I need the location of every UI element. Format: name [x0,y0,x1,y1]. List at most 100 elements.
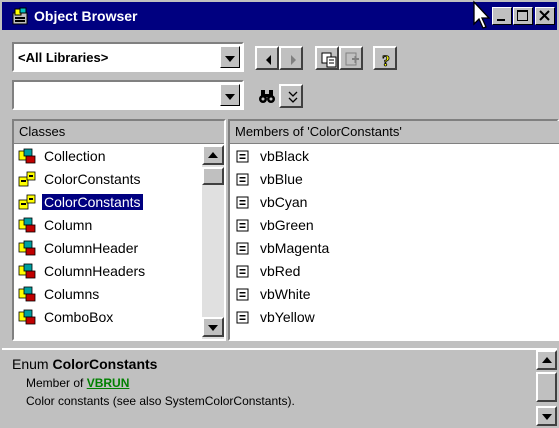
member-list-item-label: vbWhite [260,286,311,302]
member-list-item-label: vbBlack [260,148,310,164]
member-list-item[interactable]: vbBlack [230,145,550,168]
object-browser-window: Object Browser <All Libraries> ? Classes… [0,0,559,428]
scroll-down-icon [208,325,218,331]
scroll-up-icon [542,357,552,363]
class-list-item[interactable]: ColumnHeaders [14,260,200,283]
help-button[interactable]: ? [373,46,397,70]
class-icon [18,217,36,233]
scroll-down-icon [542,414,552,420]
constant-icon [234,217,252,233]
search-combo[interactable] [12,80,244,110]
member-list-item[interactable]: vbRed [230,260,550,283]
help-icon: ? [382,53,391,70]
details-scroll-down[interactable] [536,406,557,426]
members-header: Members of 'ColorConstants' [230,121,559,144]
class-list-item[interactable]: ComboBox [14,306,200,329]
class-icon [18,309,36,325]
details-member-of: Member of VBRUN [26,376,129,390]
class-icon [18,148,36,164]
minimize-icon [497,19,505,21]
constant-icon [234,194,252,210]
view-definition-icon [345,52,359,66]
class-icon [18,263,36,279]
member-list-item-label: vbRed [260,263,301,279]
members-header-label: Members of 'ColorConstants' [235,124,402,139]
member-list-item-label: vbBlue [260,171,303,187]
details-kind: Enum [12,356,49,372]
view-definition-button[interactable] [339,46,363,70]
object-browser-icon [12,7,28,25]
details-pane: Enum ColorConstants Member of VBRUN Colo… [2,348,557,428]
close-button[interactable] [535,7,555,25]
search-combo-dropdown[interactable] [220,84,240,106]
member-list-item[interactable]: vbYellow [230,306,550,329]
class-icon [18,286,36,302]
constant-icon [234,171,252,187]
details-scroll-up[interactable] [536,350,557,370]
classes-scroll-down[interactable] [202,317,224,337]
constant-icon [234,263,252,279]
chevron-down-icon [225,94,235,100]
class-list-item-label: ColumnHeaders [44,263,146,279]
svg-text:?: ? [382,53,390,70]
classes-header: Classes [14,121,224,144]
member-list-item[interactable]: vbBlue [230,168,550,191]
class-list-item[interactable]: Column [14,214,200,237]
window-title: Object Browser [34,8,138,24]
mouse-pointer-icon [473,0,491,29]
member-list-item[interactable]: vbMagenta [230,237,550,260]
class-list-item-label: ColorConstants [44,171,141,187]
details-scrollbar[interactable] [536,350,557,428]
library-link[interactable]: VBRUN [87,376,130,390]
enum-icon [18,194,36,210]
close-icon [539,10,550,21]
member-list-item-label: vbCyan [260,194,308,210]
chevron-down-icon [225,56,235,62]
member-list-item[interactable]: vbCyan [230,191,550,214]
details-scroll-thumb[interactable] [536,372,557,402]
library-combo-value: <All Libraries> [18,50,109,65]
forward-button[interactable] [279,46,303,70]
find-button[interactable] [255,84,279,108]
class-list-item[interactable]: ColumnHeader [14,237,200,260]
class-list-item-label: ColorConstants [41,193,144,211]
details-title: Enum ColorConstants [12,356,157,372]
classes-scroll-up[interactable] [202,145,224,165]
class-list-item[interactable]: ColorConstants [14,168,200,191]
minimize-button[interactable] [492,7,512,25]
maximize-icon [517,10,528,21]
classes-scrollbar[interactable] [202,145,224,339]
scroll-up-icon [208,152,218,158]
classes-header-label: Classes [19,124,66,139]
constant-icon [234,148,252,164]
member-list-item-label: vbGreen [260,217,314,233]
maximize-button[interactable] [513,7,533,25]
back-icon [266,55,271,65]
copy-icon [321,52,337,68]
members-panel: Members of 'ColorConstants' vbBlack vbBlu… [228,119,559,341]
classes-panel: Classes Collection ColorConstants ColorCon… [12,119,226,341]
member-list-item-label: vbYellow [260,309,315,325]
class-list-item-label: Columns [44,286,100,302]
member-of-label: Member of [26,376,84,390]
show-search-results-button[interactable] [279,84,303,108]
class-list-item[interactable]: Collection [14,145,200,168]
find-icon [259,90,275,103]
back-button[interactable] [255,46,279,70]
details-description: Color constants (see also SystemColorCon… [26,394,295,408]
constant-icon [234,286,252,302]
enum-icon [18,171,36,187]
classes-scroll-thumb[interactable] [202,167,224,185]
library-combo[interactable]: <All Libraries> [12,42,244,72]
class-list-item-label: Collection [44,148,106,164]
library-combo-dropdown[interactable] [220,46,240,68]
member-list-item[interactable]: vbWhite [230,283,550,306]
class-list-item[interactable]: Columns [14,283,200,306]
class-list-item-label: Column [44,217,93,233]
copy-button[interactable] [315,46,339,70]
class-icon [18,240,36,256]
class-list-item[interactable]: ColorConstants [14,191,200,214]
member-list-item[interactable]: vbGreen [230,214,550,237]
constant-icon [234,309,252,325]
class-list-item-label: ComboBox [44,309,114,325]
